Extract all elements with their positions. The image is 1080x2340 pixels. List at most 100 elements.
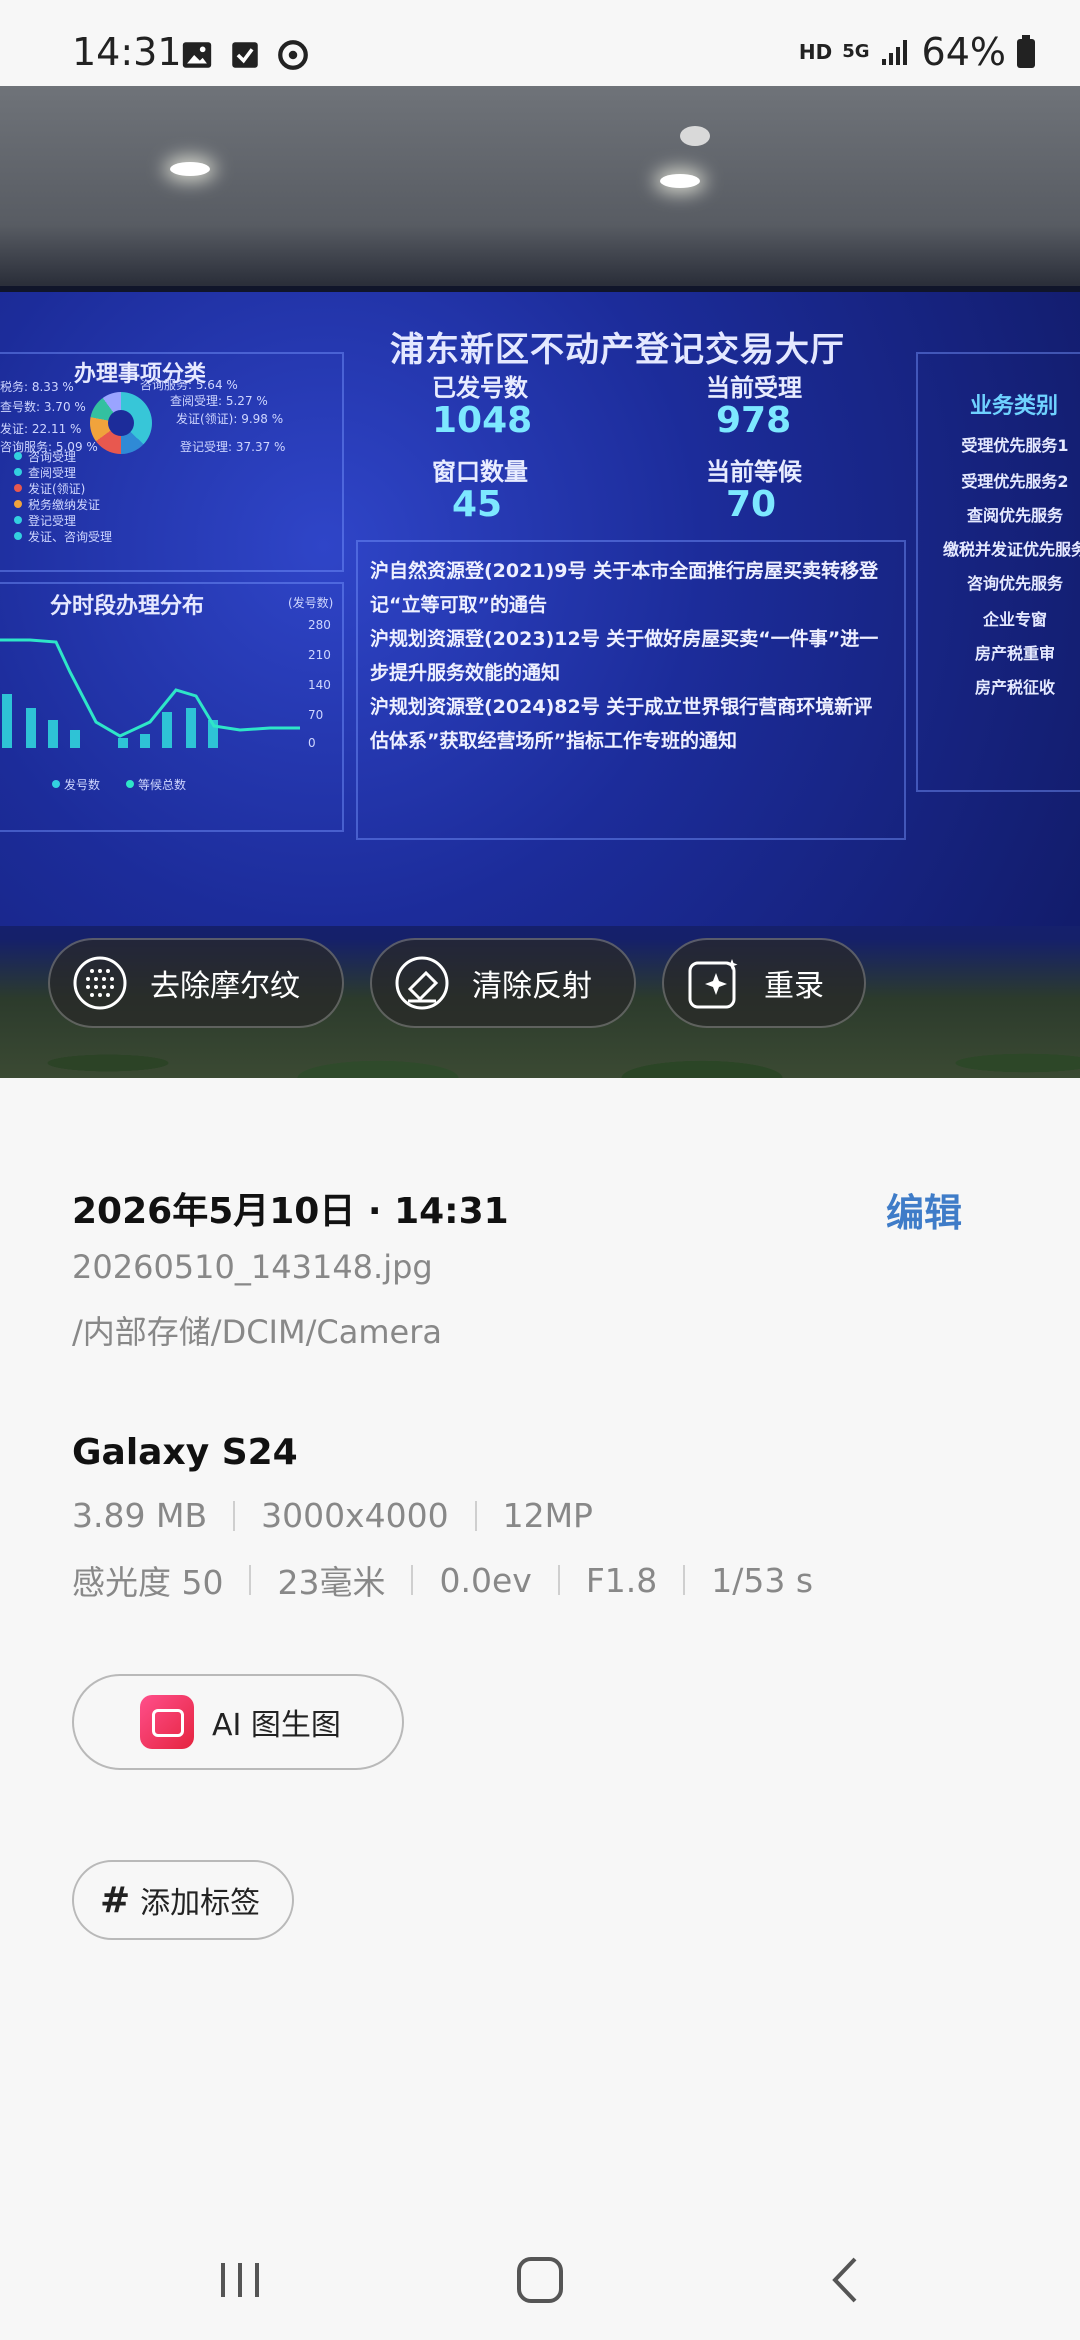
- remove-reflection-label: 清除反射: [472, 969, 592, 1004]
- ceiling-light: [170, 162, 210, 176]
- resolution: 3000x4000: [261, 1496, 449, 1535]
- remaster-button[interactable]: 重录: [662, 938, 866, 1028]
- smoke-detector: [680, 126, 710, 146]
- edit-button[interactable]: 编辑: [886, 1182, 962, 1237]
- stat-label: 当前受理: [706, 374, 802, 402]
- stat-label: 窗口数量: [432, 458, 528, 486]
- donut-label: 登记受理: 37.37 %: [180, 440, 286, 454]
- divider: [557, 1565, 560, 1595]
- sync-icon: [278, 40, 308, 70]
- screen-title: 浦东新区不动产登记交易大厅: [390, 330, 845, 370]
- back-icon: [832, 2257, 857, 2303]
- donut-label: 咨询服务: 5.64 %: [140, 378, 238, 392]
- legend-item: 查阅受理: [28, 466, 77, 480]
- legend-dot: [14, 484, 22, 492]
- y-tick: 0: [308, 736, 316, 750]
- focal-length: 23毫米: [277, 1563, 386, 1602]
- recent-apps-icon: [221, 2263, 259, 2297]
- megapixels: 12MP: [502, 1496, 593, 1535]
- notification-icons: [180, 38, 310, 72]
- stat-value: 70: [726, 484, 777, 525]
- y-tick: 280: [308, 618, 331, 632]
- business-item: 受理优先服务1: [961, 436, 1069, 455]
- category-donut: [90, 392, 152, 454]
- signal-icon: [881, 40, 907, 65]
- business-item: 咨询优先服务: [966, 574, 1063, 593]
- donut-label: 查阅受理: 5.27 %: [170, 394, 268, 408]
- file-size: 3.89 MB: [72, 1496, 208, 1535]
- eraser-icon: [394, 955, 450, 1011]
- divider: [233, 1500, 236, 1531]
- donut-label: 查号数: 3.70 %: [0, 400, 86, 414]
- y-tick: 210: [308, 648, 331, 662]
- legend-dot: [14, 500, 22, 508]
- aperture: F1.8: [585, 1560, 658, 1600]
- notice-item: 沪自然资源登(2021)9号 关于本市全面推行房屋买卖转移登记“立等可取”的通告: [370, 560, 879, 616]
- iso: 感光度 50: [72, 1563, 224, 1602]
- legend-item: 咨询受理: [28, 450, 77, 464]
- ai-image-button[interactable]: AI 图生图: [72, 1674, 404, 1770]
- y-tick: 70: [308, 708, 324, 722]
- notice-item: 沪规划资源登(2024)82号 关于成立世界银行营商环境新评估体系”获取经营场所…: [370, 696, 873, 752]
- device-name: Galaxy S24: [72, 1432, 298, 1473]
- add-tag-button[interactable]: # 添加标签: [72, 1860, 294, 1940]
- add-tag-label: 添加标签: [140, 1886, 261, 1921]
- business-item: 受理优先服务2: [961, 472, 1069, 491]
- stat-value: 1048: [432, 400, 533, 441]
- status-time: 14:31: [72, 30, 182, 74]
- y-tick: 140: [308, 678, 331, 692]
- stat-value: 45: [452, 484, 503, 525]
- business-item: 房产税征收: [974, 678, 1055, 697]
- moire-icon: [72, 955, 128, 1011]
- file-name: 20260510_143148.jpg: [72, 1248, 433, 1286]
- file-info-row: 3.89 MB 3000x4000 12MP: [72, 1496, 593, 1535]
- chart-unit: (发号数): [288, 596, 334, 610]
- chart-legend-item: 发号数: [64, 778, 101, 792]
- ai-image-label: AI 图生图: [212, 1708, 341, 1743]
- shutter-speed: 1/53 s: [711, 1560, 814, 1600]
- legend-item: 税务缴纳发证: [28, 498, 101, 512]
- notice-item: 沪规划资源登(2023)12号 关于做好房屋买卖“一件事”进一步提升服务效能的通…: [370, 628, 879, 684]
- business-item: 查阅优先服务: [966, 506, 1063, 525]
- divider: [683, 1565, 686, 1595]
- network-label: 5G: [842, 41, 870, 62]
- legend-dot: [14, 516, 22, 524]
- navigation-bar: [0, 2220, 1080, 2340]
- recent-apps-button[interactable]: [200, 2240, 280, 2320]
- home-button[interactable]: [500, 2240, 580, 2320]
- back-button[interactable]: [806, 2240, 886, 2320]
- hd-label: HD: [798, 40, 833, 64]
- remaster-label: 重录: [764, 969, 824, 1004]
- legend-item: 发证、咨询受理: [28, 530, 113, 544]
- hashtag-icon: #: [100, 1879, 131, 1921]
- photo-preview[interactable]: 浦东新区不动产登记交易大厅 办理事项分类 税务: 8.33 % 查号数: 3.7…: [0, 86, 1080, 1078]
- battery-percent: 64%: [921, 30, 1006, 74]
- gallery-icon: [182, 42, 212, 68]
- legend-dot: [126, 780, 134, 788]
- checkbox-icon: [232, 42, 258, 68]
- chart-line: [0, 638, 300, 738]
- remove-moire-label: 去除摩尔纹: [150, 969, 300, 1004]
- stat-label: 已发号数: [432, 374, 528, 402]
- remove-reflection-button[interactable]: 清除反射: [370, 938, 636, 1028]
- legend-dot: [52, 780, 60, 788]
- camera-info-row: 感光度 50 23毫米 0.0ev F1.8 1/53 s: [72, 1556, 813, 1604]
- business-item: 缴税并发证优先服务: [942, 540, 1080, 559]
- battery-icon: [1017, 35, 1035, 68]
- led-screen: 浦东新区不动产登记交易大厅 办理事项分类 税务: 8.33 % 查号数: 3.7…: [0, 286, 1080, 926]
- sparkle-icon: [686, 955, 742, 1011]
- donut-label: 发证: 22.11 %: [0, 422, 82, 436]
- business-item: 企业专窗: [982, 610, 1047, 629]
- donut-label: 税务: 8.33 %: [0, 380, 74, 394]
- business-item: 房产税重审: [974, 644, 1055, 663]
- remove-moire-button[interactable]: 去除摩尔纹: [48, 938, 344, 1028]
- ai-app-icon: [140, 1695, 194, 1749]
- notice-list: 沪自然资源登(2021)9号 关于本市全面推行房屋买卖转移登记“立等可取”的通告…: [370, 554, 890, 758]
- home-icon: [517, 2257, 563, 2303]
- divider: [474, 1500, 477, 1531]
- status-bar: 14:31 HD 5G 64%: [0, 0, 1080, 86]
- chart-legend-item: 等候总数: [138, 778, 187, 792]
- ceiling-light: [660, 174, 700, 188]
- legend-item: 发证(领证): [28, 482, 86, 496]
- donut-label: 发证(领证): 9.98 %: [176, 412, 284, 426]
